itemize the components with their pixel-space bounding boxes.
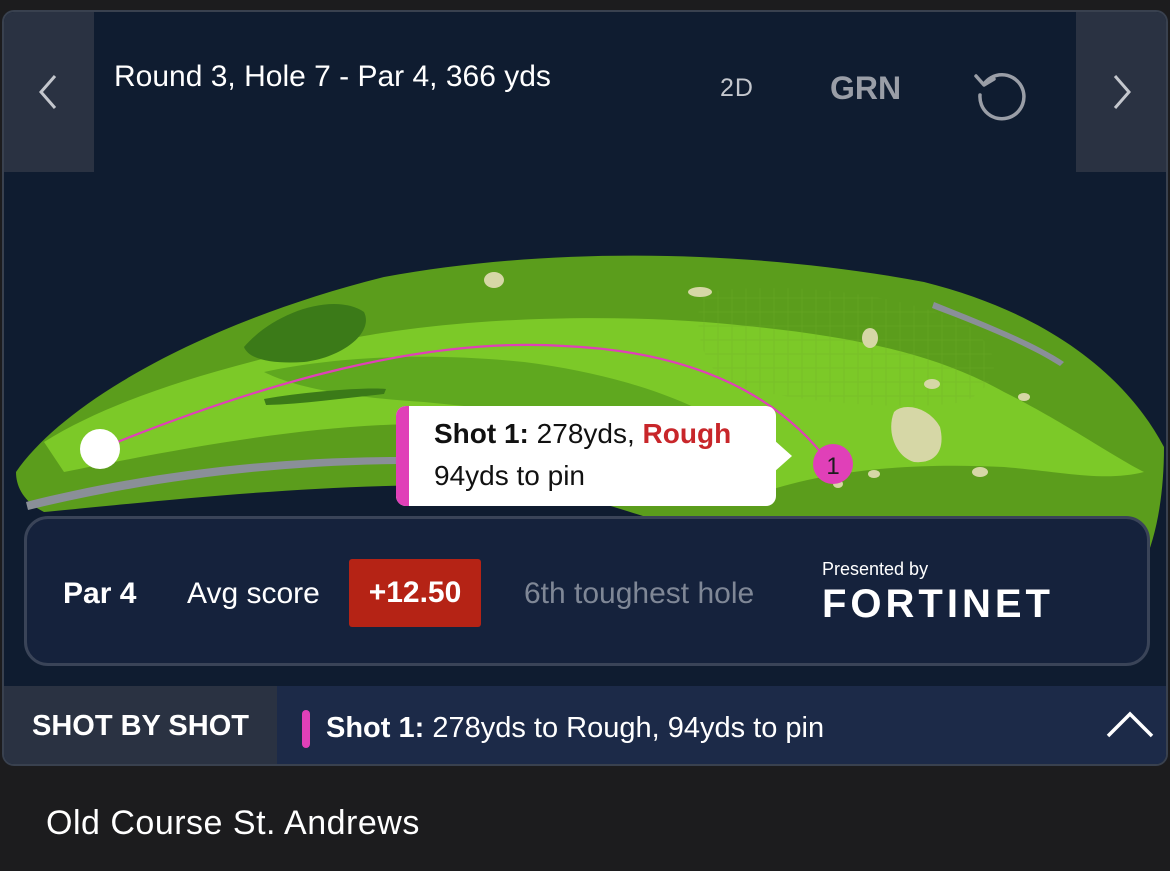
view-green-button[interactable]: GRN	[830, 70, 901, 107]
tooltip-to-pin: 94yds to pin	[434, 460, 585, 491]
tooltip-pointer	[774, 440, 792, 472]
view-2d-button[interactable]: 2D	[720, 74, 754, 103]
tooltip-lie: Rough	[642, 418, 732, 449]
course-name: Old Course St. Andrews	[46, 804, 420, 842]
tooltip-shot-label: Shot 1:	[434, 418, 529, 449]
shot-color-bar	[396, 406, 409, 506]
next-hole-button[interactable]	[1076, 12, 1166, 172]
chevron-left-icon	[39, 75, 57, 109]
shot-color-marker	[302, 710, 310, 748]
reset-view-button[interactable]	[970, 62, 1032, 124]
shot-summary-text: 278yds to Rough, 94yds to pin	[432, 712, 825, 744]
shot-by-shot-label: SHOT BY SHOT	[4, 686, 277, 764]
reset-icon	[974, 73, 1026, 121]
shot-tooltip: Shot 1: 278yds, Rough 94yds to pin	[396, 406, 792, 506]
expand-shots-button[interactable]	[1090, 686, 1166, 764]
avg-score-badge: +12.50	[349, 559, 481, 627]
shot-summary-label: Shot 1:	[326, 712, 425, 744]
avg-score-label: Avg score	[187, 577, 320, 610]
sponsor-logo: FORTINET	[822, 583, 1054, 623]
tee-marker	[80, 429, 120, 469]
sponsor-prefix: Presented by	[822, 559, 929, 579]
previous-hole-button[interactable]	[4, 12, 94, 172]
chevron-right-icon	[1113, 75, 1131, 109]
tooltip-shot-summary: Shot 1: 278yds, Rough	[434, 418, 731, 450]
par-label: Par 4	[63, 577, 137, 610]
hole-viewer-card: Round 3, Hole 7 - Par 4, 366 yds 2D GRN	[2, 10, 1168, 766]
shot-marker-number: 1	[826, 453, 839, 480]
chevron-up-icon	[1106, 711, 1154, 738]
sponsor-name: FORTINET	[822, 583, 1054, 623]
shot-by-shot-bar[interactable]: SHOT BY SHOT Shot 1: 278yds to Rough, 94…	[4, 686, 1166, 764]
hole-title: Round 3, Hole 7 - Par 4, 366 yds	[114, 60, 551, 93]
shot-summary: Shot 1: 278yds to Rough, 94yds to pin	[326, 712, 824, 745]
hole-stats-panel: Par 4 Avg score +12.50 6th toughest hole…	[24, 516, 1150, 666]
tooltip-distance: 278yds,	[536, 418, 635, 449]
toughness-rank: 6th toughest hole	[524, 577, 755, 610]
